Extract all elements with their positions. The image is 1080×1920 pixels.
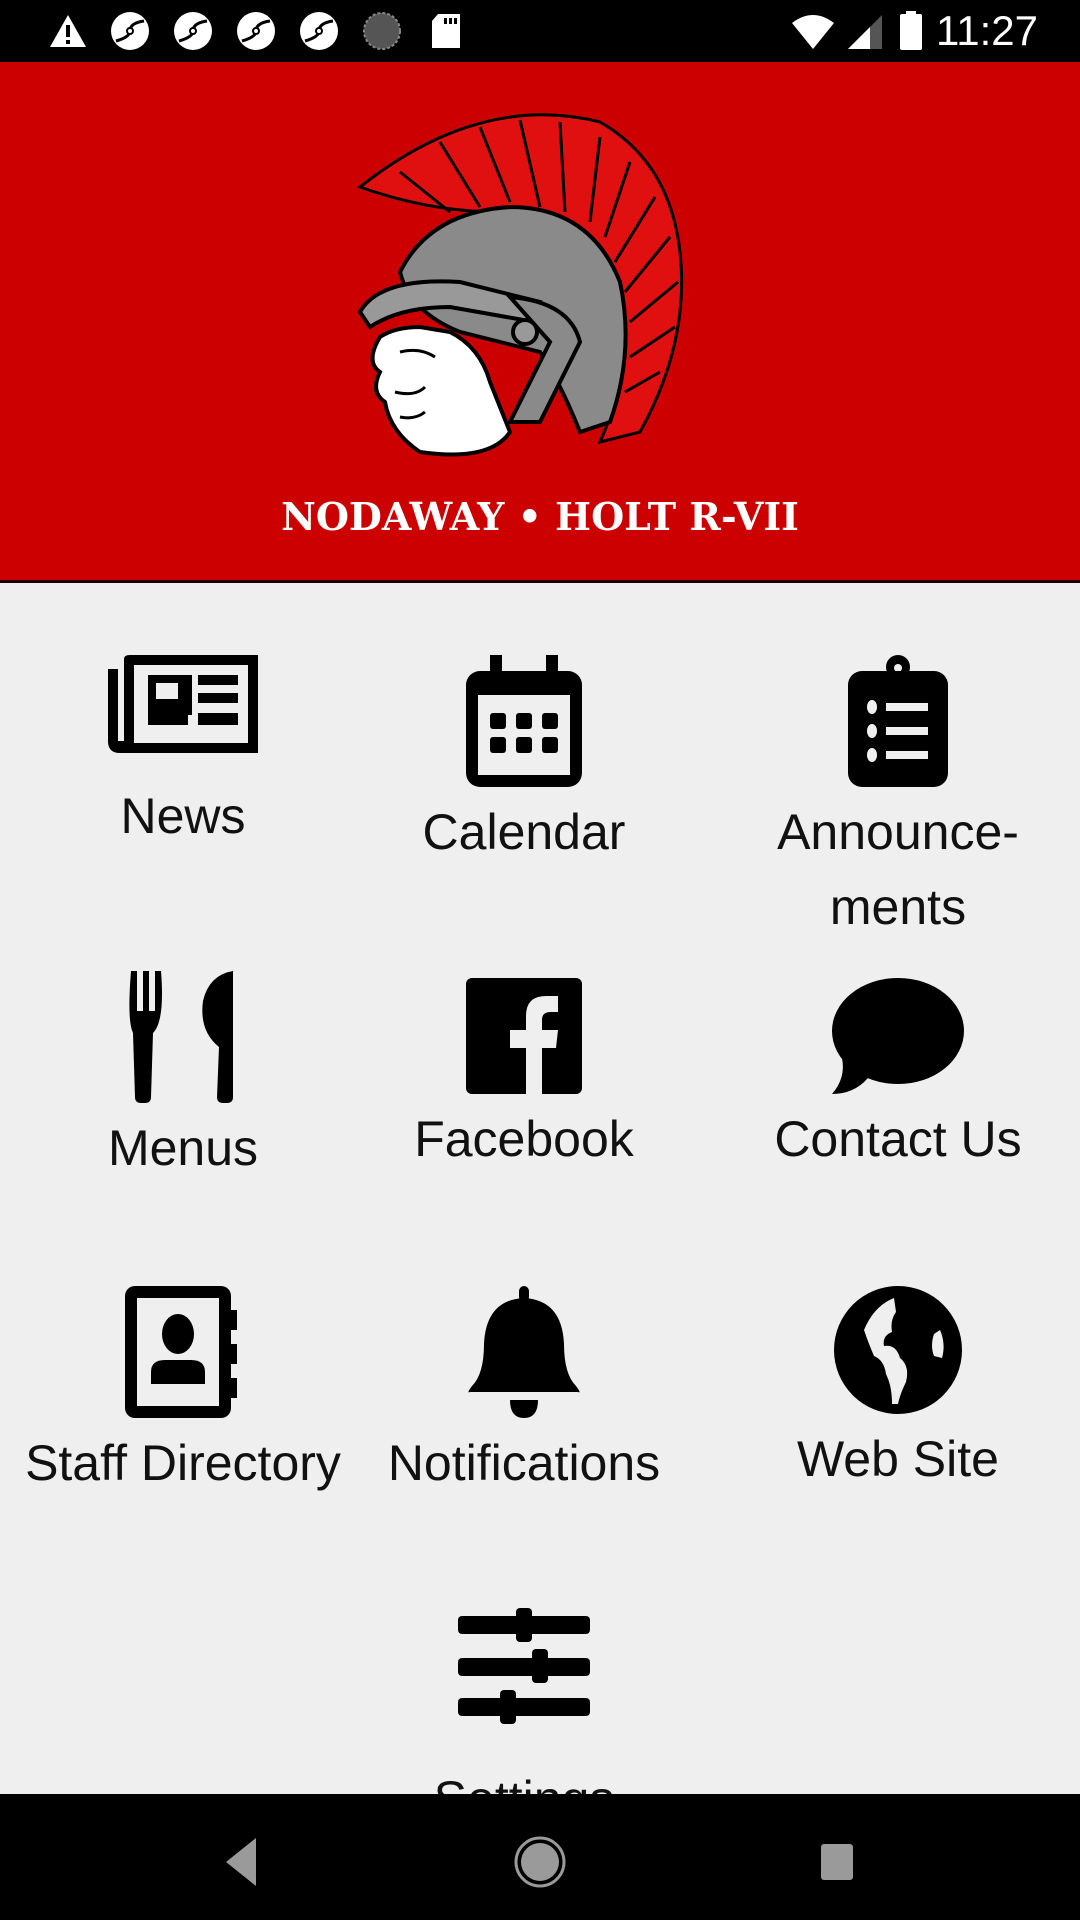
school-name: NODAWAY • HOLT R-VII [281,494,799,539]
home-button[interactable] [500,1822,580,1902]
facebook-icon [466,978,582,1094]
warning-icon [50,15,86,47]
recents-button[interactable] [797,1822,877,1902]
sliders-icon [458,1608,590,1724]
menu-item-label: Notifications [387,1435,661,1491]
menu-item-web-site[interactable]: Web Site [718,1286,1078,1497]
menu-item-notifications[interactable]: Notifications [344,1286,704,1501]
menu-item-menus[interactable]: Menus [3,971,363,1186]
status-bar: 11:27 [0,0,1080,62]
sync-icon [174,12,212,50]
clock: 11:27 [936,7,1038,54]
menu-item-label: Staff Directory [25,1435,341,1491]
menu-item-staff-directory[interactable]: Staff Directory [3,1286,363,1501]
app-header: NODAWAY • HOLT R-VII [0,62,1080,583]
menu-item-label: Settings [344,1762,704,1795]
cell-signal-icon [848,15,882,49]
sync-icon [300,12,338,50]
bell-icon [468,1286,580,1418]
sd-card-icon [432,14,460,48]
system-nav-bar [0,1794,1080,1920]
sync-icon [111,12,149,50]
battery-icon [900,11,922,50]
menu-item-facebook[interactable]: Facebook [344,978,704,1177]
address-book-icon [125,1286,237,1418]
utensils-icon [129,971,233,1103]
menu-grid: News Calendar Announce- ments Menus Face… [0,583,1080,1795]
menu-item-label: Calendar [422,804,626,860]
menu-item-calendar[interactable]: Calendar [344,655,704,870]
clipboard-list-icon [848,655,948,787]
chat-bubble-icon [832,978,964,1094]
menu-item-settings[interactable]: Settings [344,1608,704,1795]
menu-item-label: Web Site [797,1431,999,1487]
menu-item-news[interactable]: News [3,655,363,854]
menu-item-label: Contact Us [774,1111,1022,1167]
menu-item-label: News [120,788,246,844]
globe-icon [834,1286,962,1414]
newspaper-icon [108,655,258,753]
calendar-icon [466,655,582,787]
back-button[interactable] [202,1822,282,1902]
menu-item-label: Menus [107,1120,259,1176]
trojan-mascot-logo [356,113,684,457]
menu-item-contact-us[interactable]: Contact Us [718,978,1078,1177]
wifi-icon [792,15,834,49]
menu-item-label: Announce- ments [777,804,1019,935]
loading-icon [363,12,401,50]
menu-item-label: Facebook [414,1111,634,1167]
sync-icon [237,12,275,50]
menu-item-announcements[interactable]: Announce- ments [718,655,1078,945]
